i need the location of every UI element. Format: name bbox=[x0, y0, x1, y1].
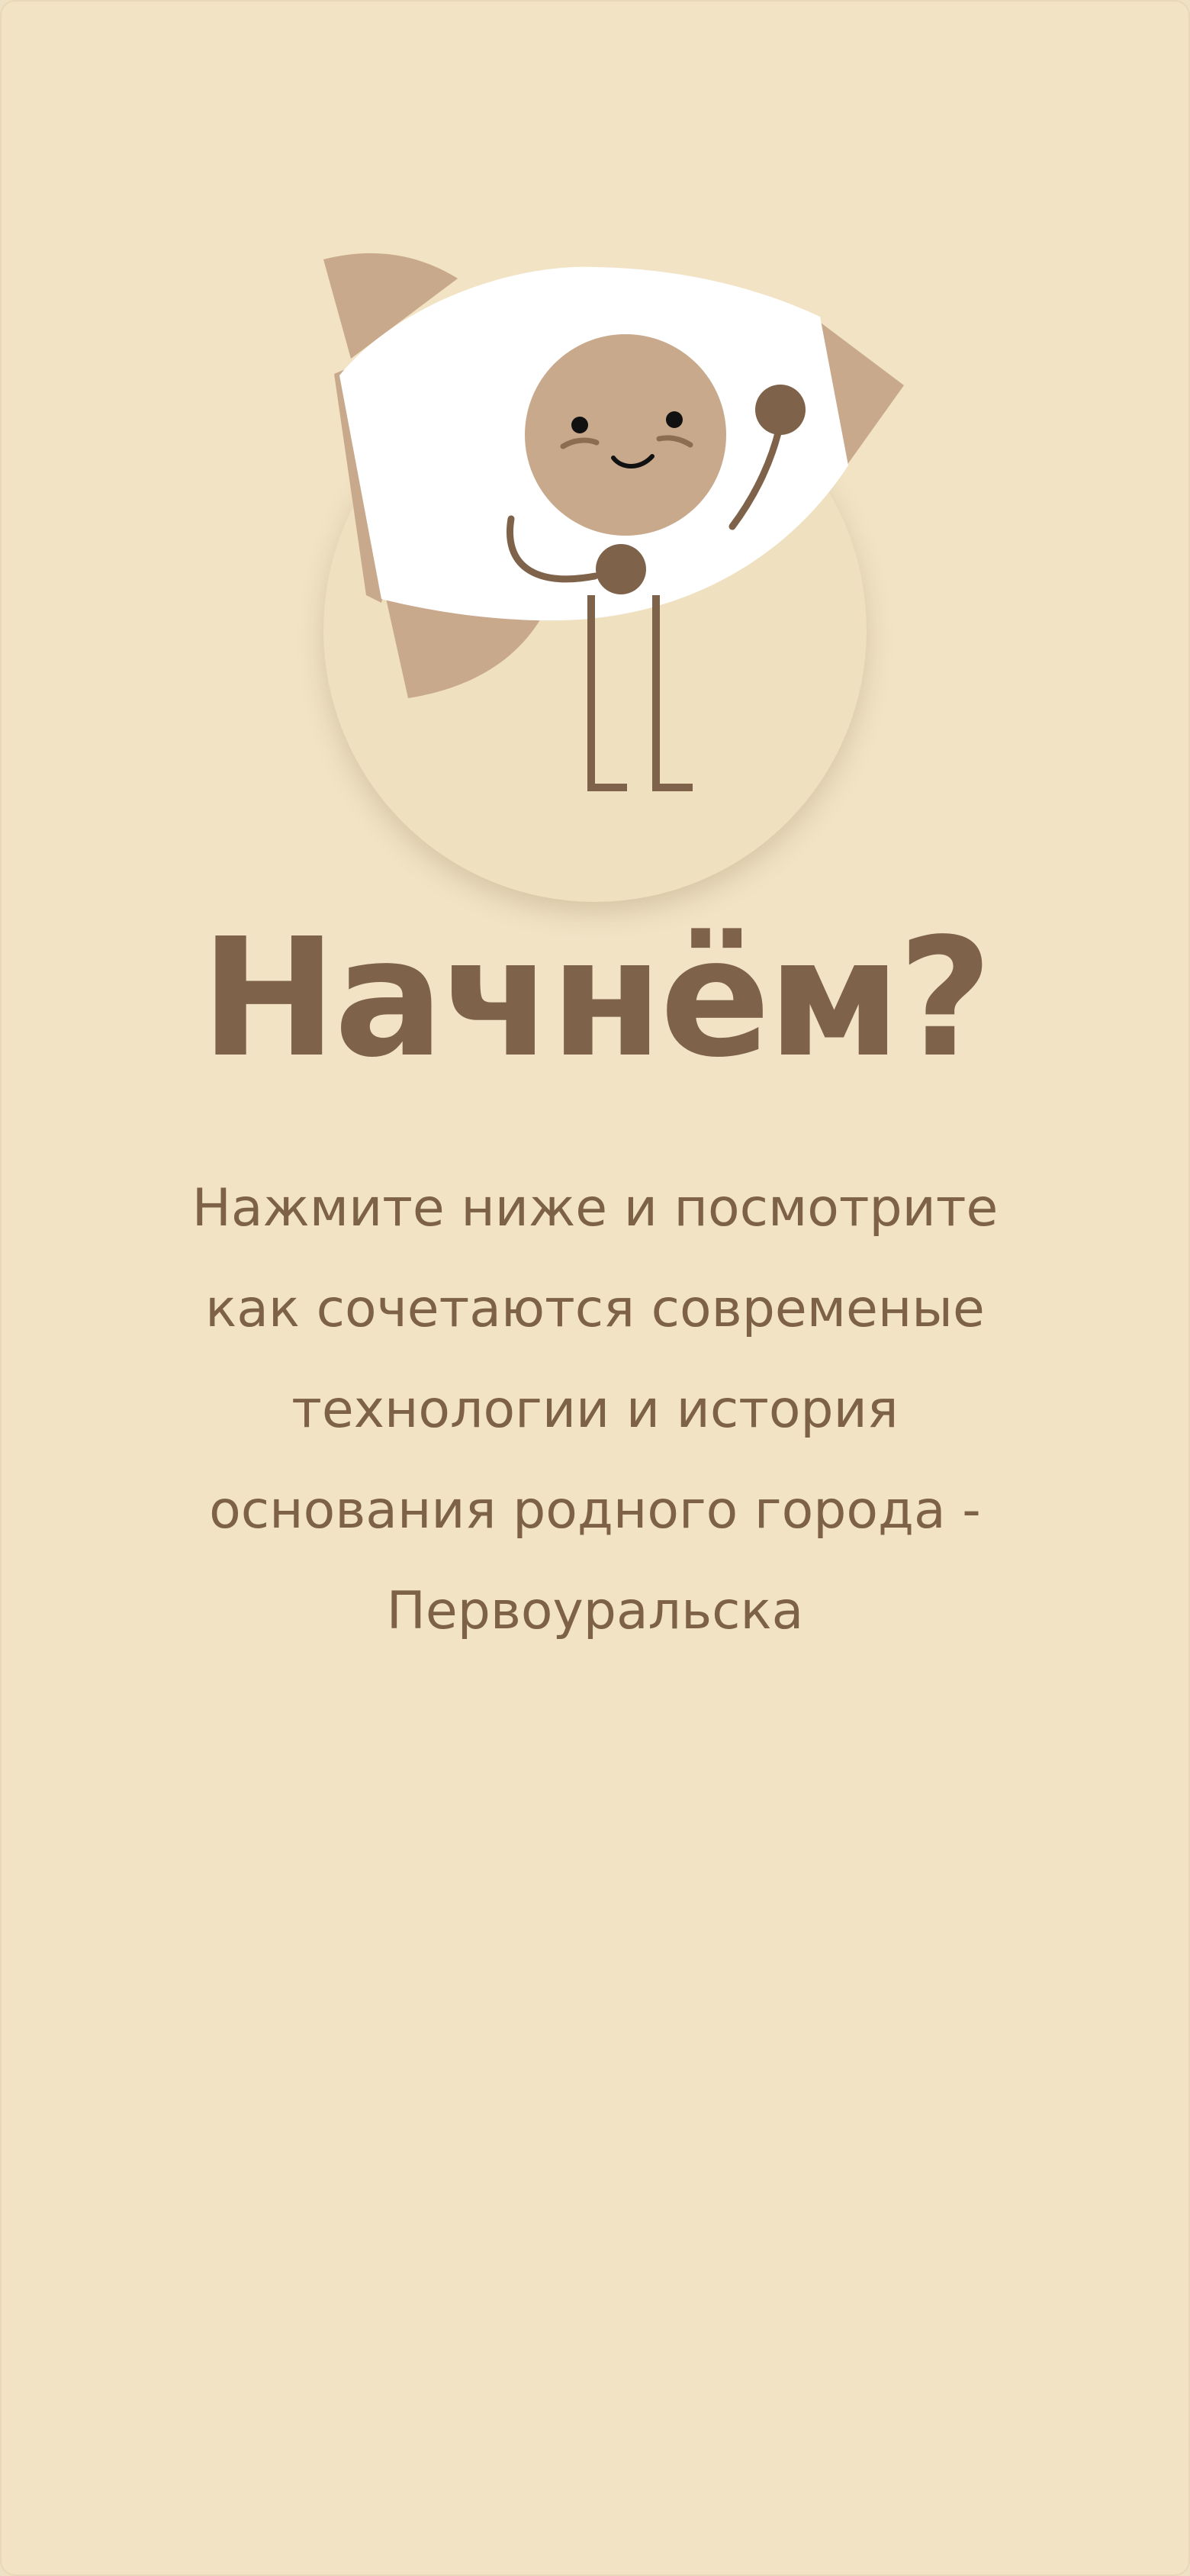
rocket-mascot-icon bbox=[323, 253, 904, 791]
page-title: Начнём? bbox=[200, 903, 992, 1093]
onboarding-screen: Начнём? Нажмите ниже и посмотрите как со… bbox=[0, 0, 1190, 2576]
description-text: Нажмите ниже и посмотрите как сочетаются… bbox=[191, 1178, 999, 1641]
